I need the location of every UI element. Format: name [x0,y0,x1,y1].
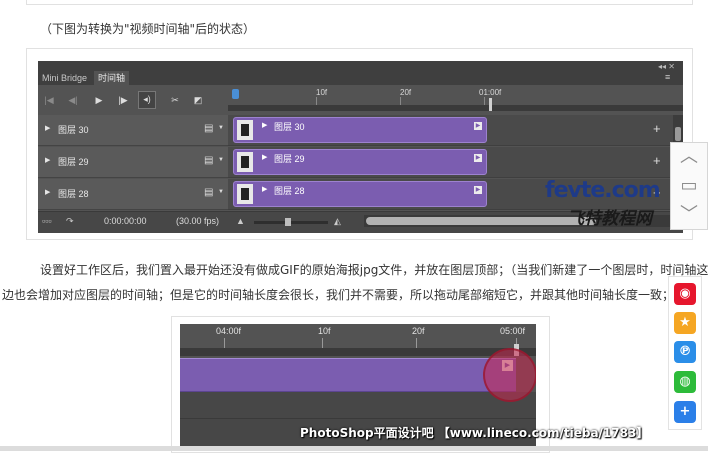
layer-clip[interactable] [180,358,516,392]
collapse-icon[interactable]: ◂◂ ✕ [658,62,675,71]
current-time: 0:00:00:00 [104,216,147,226]
chevron-down-icon[interactable]: ▼ [218,189,224,195]
transition-icon[interactable]: ◩ [191,93,205,107]
wechat-icon[interactable]: ◍ [674,371,696,393]
zoom-out-icon[interactable]: ▲ [236,216,245,226]
work-area-end-handle[interactable] [489,98,492,111]
more-plus-icon[interactable]: + [674,401,696,423]
ruler-label: 20f [412,326,425,336]
layer-clip[interactable]: ▶ 图层 28 ▶ [233,181,487,207]
layer-header[interactable]: ▶ 图层 29 ▤ ▼ [38,147,228,178]
qzone-star-icon[interactable]: ★ [674,312,696,334]
filmstrip-icon[interactable]: ▤ [204,155,213,166]
frame-rate: (30.00 fps) [176,216,220,226]
work-area-bar[interactable] [180,348,536,356]
layer-name: 图层 30 [58,125,89,135]
ruler-tick [316,97,317,105]
previous-frame-icon[interactable]: ◀| [66,93,80,107]
ruler-label: 10f [316,88,328,97]
comment-icon[interactable]: ▭ [671,172,707,200]
expand-triangle-icon[interactable]: ▶ [45,124,50,132]
chevron-down-icon[interactable]: ▼ [218,125,224,131]
highlight-circle [483,348,536,402]
paragraph-line: 设置好工作区后，我们置入最开始还没有做成GIF的原始海报jpg文件，并放在图层顶… [40,263,708,277]
scrollbar-thumb[interactable] [675,127,681,141]
article-card-edge [26,0,693,5]
tab-mini-bridge[interactable]: Mini Bridge [38,71,91,85]
layer-name: 图层 29 [58,157,89,167]
watermark-domain: fevte.com [545,178,661,203]
playhead-handle[interactable] [232,89,239,99]
zoom-in-icon[interactable]: ◭ [334,216,341,227]
share-p-icon[interactable]: ℗ [674,341,696,363]
weibo-icon[interactable]: ◉ [674,283,696,305]
clip-label: 图层 30 [274,122,305,132]
layer-row: ▶ 图层 29 ▤ ▼ ▶ 图层 29 ▶ + [38,147,683,178]
ruler-tick [322,338,323,348]
share-sidebar: ◉ ★ ℗ ◍ + [668,276,702,430]
expand-triangle-icon[interactable]: ▶ [45,156,50,164]
work-area-bar[interactable] [228,105,683,111]
tab-timeline[interactable]: 时间轴 [94,71,130,85]
ruler-label: 05:00f [500,326,526,336]
clip-label: 图层 28 [274,186,305,196]
zoom-slider-knob[interactable] [285,218,291,226]
playback-controls: |◀ ◀| ▶ |▶ ◂) ✂ ◩ [38,85,228,115]
clip-expand-icon[interactable]: ▶ [262,121,267,129]
layer-header[interactable]: ▶ 图层 28 ▤ ▼ [38,179,228,210]
layer-header[interactable]: ▶ 图层 30 ▤ ▼ [38,115,228,146]
split-scissors-icon[interactable]: ✂ [168,93,182,107]
panel-tab-bar: Mini Bridge 时间轴 ◂◂ ✕ ≡ [38,61,683,85]
layer-clip[interactable]: ▶ 图层 29 ▶ [233,149,487,175]
clip-end-icon[interactable]: ▶ [474,186,482,194]
layer-row: ▶ 图层 30 ▤ ▼ ▶ 图层 30 ▶ + [38,115,683,146]
clip-end-icon[interactable]: ▶ [474,122,482,130]
expand-triangle-icon[interactable]: ▶ [45,188,50,196]
add-media-icon[interactable]: + [653,153,661,168]
time-ruler[interactable]: 10f 20f 01:00f [228,85,683,111]
layer-name: 图层 28 [58,189,89,199]
audio-icon[interactable]: ◂) [138,91,156,109]
track-divider [180,418,536,419]
ruler-label: 20f [400,88,412,97]
ruler-label: 04:00f [216,326,242,336]
clip-thumbnail [237,120,253,140]
layer-track: ▶ 图层 29 ▶ + [228,147,683,178]
clip-label: 图层 29 [274,154,305,164]
layer-track: ▶ 图层 30 ▶ + [228,115,683,146]
scrollbar-thumb[interactable] [366,217,596,225]
layer-clip[interactable]: ▶ 图层 30 ▶ [233,117,487,143]
watermark-text: PhotoShop平面设计吧 【www.lineco.com/tieba/178… [300,426,649,440]
paragraph-line: 边也会增加对应图层的时间轴；但是它的时间轴长度会很长，我们并不需要，所以拖动尾部… [2,288,675,302]
frame-mode-icon[interactable]: ▫▫▫ [42,216,52,226]
play-icon[interactable]: ▶ [92,93,106,107]
filmstrip-icon[interactable]: ▤ [204,187,213,198]
chevron-down-icon[interactable]: ▼ [218,157,224,163]
render-video-icon[interactable]: ↷ [66,216,74,227]
ruler-tick [416,338,417,348]
clip-expand-icon[interactable]: ▶ [262,153,267,161]
next-frame-icon[interactable]: |▶ [116,93,130,107]
ruler-label: 01:00f [479,88,502,97]
go-first-frame-icon[interactable]: |◀ [42,93,56,107]
filmstrip-icon[interactable]: ▤ [204,123,213,134]
empty-track [180,392,536,451]
ruler-tick [484,97,485,105]
zoom-slider[interactable] [254,221,328,224]
image-caption: （下图为转换为"视频时间轴"后的状态） [40,22,256,36]
clip-expand-icon[interactable]: ▶ [262,185,267,193]
panel-menu-icon[interactable]: ≡ [665,73,677,82]
watermark-site-name: 飞特教程网 [567,209,652,229]
ruler-tick [224,338,225,348]
ruler-tick [400,97,401,105]
clip-thumbnail [237,184,253,204]
clip-thumbnail [237,152,253,172]
clip-end-icon[interactable]: ▶ [474,154,482,162]
chevron-down-icon[interactable]: ﹀ [671,201,707,229]
chevron-up-icon[interactable]: ︿ [671,143,707,171]
float-nav: ︿ ▭ ﹀ [670,142,708,230]
ruler-label: 10f [318,326,331,336]
add-media-icon[interactable]: + [653,121,661,136]
page-bottom-bar [0,446,708,451]
